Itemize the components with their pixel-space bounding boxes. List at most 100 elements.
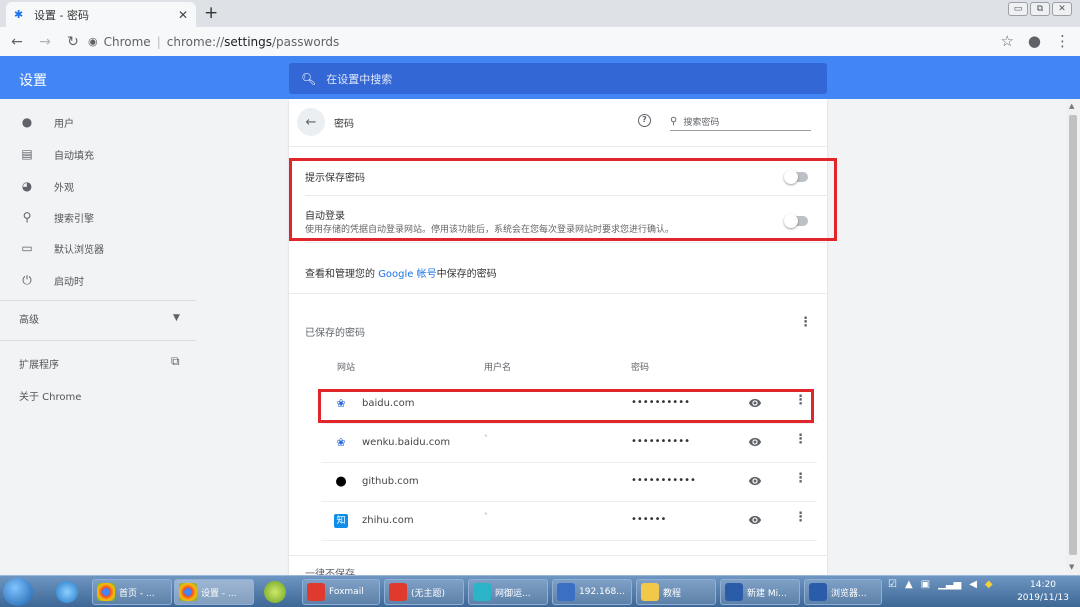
- manage-prefix: 查看和管理您的: [305, 269, 379, 280]
- back-button[interactable]: ←: [297, 108, 325, 136]
- ie-icon[interactable]: [56, 581, 78, 603]
- taskbar-item-foxmail[interactable]: Foxmail: [302, 579, 380, 605]
- divider: [289, 293, 827, 294]
- password-masked: ••••••••••: [631, 436, 690, 447]
- browser-icon: ▭: [21, 241, 33, 255]
- bookmark-star-icon[interactable]: ☆: [1000, 32, 1013, 50]
- tab-settings-passwords[interactable]: ✱ 设置 - 密码 ✕: [6, 2, 196, 27]
- search-icon: ⚲: [670, 116, 678, 127]
- help-icon[interactable]: ?: [638, 114, 651, 127]
- sidebar-item-label: 启动时: [54, 276, 84, 288]
- scrollbar-thumb[interactable]: [1069, 115, 1077, 555]
- bird-app-icon[interactable]: [264, 581, 286, 603]
- sidebar-item-default-browser[interactable]: ▭ 默认浏览器: [0, 232, 200, 264]
- more-vert-icon[interactable]: ⋮: [794, 511, 807, 525]
- eye-icon[interactable]: [748, 435, 762, 449]
- palette-icon: ◕: [21, 179, 33, 193]
- tray-device-icon[interactable]: ▣: [921, 579, 930, 590]
- restore-button[interactable]: ⧉: [1030, 2, 1050, 16]
- settings-sidebar: ● 用户 ▤ 自动填充 ◕ 外观 ⚲ 搜索引擎 ▭ 默认浏览器 ⏻ 启动时 高级…: [0, 99, 200, 575]
- sidebar-item-label: 搜索引擎: [54, 213, 94, 225]
- taskbar-item-chrome-home[interactable]: 首页 - ...: [92, 579, 172, 605]
- chevron-down-icon[interactable]: ▼: [173, 313, 180, 323]
- taskbar-item-word-browser[interactable]: 浏览器...: [804, 579, 882, 605]
- more-vert-icon[interactable]: ⋮: [794, 433, 807, 447]
- eye-icon[interactable]: [748, 474, 762, 488]
- eye-icon[interactable]: [748, 513, 762, 527]
- chrome-icon: [179, 583, 197, 601]
- profile-icon[interactable]: ●: [1028, 32, 1041, 50]
- url-bold: settings: [224, 34, 273, 49]
- manage-suffix: 中保存的密码: [436, 269, 497, 280]
- screen: ✱ 设置 - 密码 ✕ + ▭ ⧉ ✕ ← → ↻ ◉ Chrome | chr…: [0, 0, 1080, 607]
- password-row[interactable]: ❀ wenku.baidu.com ` •••••••••• ⋮: [321, 424, 817, 463]
- close-window-button[interactable]: ✕: [1052, 2, 1072, 16]
- sidebar-item-label: 自动填充: [54, 150, 94, 162]
- sidebar-item-extensions[interactable]: 扩展程序: [19, 356, 59, 371]
- sidebar-item-advanced[interactable]: 高级: [19, 311, 39, 326]
- username: `: [484, 435, 489, 445]
- github-icon: ●: [335, 474, 347, 489]
- task-label: 新建 Mi...: [747, 588, 787, 599]
- new-tab-button[interactable]: +: [204, 3, 218, 23]
- sidebar-item-search-engine[interactable]: ⚲ 搜索引擎: [0, 201, 200, 233]
- back-arrow-icon[interactable]: ←: [6, 34, 28, 50]
- sidebar-item-users[interactable]: ● 用户: [0, 106, 200, 138]
- taskbar-item-remote[interactable]: 192.168...: [552, 579, 632, 605]
- app-icon: [473, 583, 491, 601]
- tray-arrow-icon[interactable]: ▲: [905, 579, 913, 590]
- sidebar-item-label: 默认浏览器: [54, 244, 104, 256]
- word-icon: [809, 583, 827, 601]
- settings-header: 设置 🔍︎ 在设置中搜索: [0, 56, 1080, 99]
- taskbar-item-word-new[interactable]: 新建 Mi...: [720, 579, 800, 605]
- scroll-down-icon[interactable]: ▼: [1069, 563, 1074, 571]
- tray-app-icon[interactable]: ◆: [985, 579, 993, 590]
- site-label: Chrome: [103, 34, 151, 49]
- task-label: (无主题): [411, 588, 446, 599]
- forward-arrow-icon[interactable]: →: [34, 34, 56, 50]
- address-bar[interactable]: ◉ Chrome | chrome:// settings /passwords: [88, 31, 339, 52]
- scroll-up-icon[interactable]: ▲: [1069, 102, 1074, 110]
- divider: [305, 242, 827, 243]
- folder-icon: [641, 583, 659, 601]
- password-search-input[interactable]: ⚲ 搜索密码: [670, 113, 811, 131]
- reload-icon[interactable]: ↻: [62, 34, 84, 50]
- tab-strip: ✱ 设置 - 密码 ✕ + ▭ ⧉ ✕: [0, 0, 1080, 27]
- volume-icon[interactable]: ◀: [969, 579, 977, 590]
- foxmail-icon: [389, 583, 407, 601]
- clipboard-icon: ▤: [21, 147, 33, 161]
- chrome-logo-icon: ◉: [88, 35, 98, 48]
- open-in-new-icon[interactable]: ⧉: [171, 354, 180, 369]
- minimize-button[interactable]: ▭: [1008, 2, 1028, 16]
- power-icon: ⏻: [22, 272, 32, 287]
- menu-kebab-icon[interactable]: ⋮: [1055, 32, 1070, 50]
- password-row[interactable]: ● github.com ••••••••••• ⋮: [321, 463, 817, 502]
- taskbar-item-wangyu[interactable]: 网御运...: [468, 579, 548, 605]
- taskbar-clock[interactable]: 14:20 2019/11/13: [1010, 579, 1076, 605]
- page-scrollbar[interactable]: ▲ ▼: [1066, 99, 1080, 575]
- start-button[interactable]: [3, 578, 33, 606]
- settings-search-input[interactable]: 🔍︎ 在设置中搜索: [289, 63, 827, 94]
- taskbar-item-folder[interactable]: 教程: [636, 579, 716, 605]
- sidebar-item-about[interactable]: 关于 Chrome: [19, 388, 81, 403]
- saved-passwords-more-icon[interactable]: ⋮: [799, 315, 812, 330]
- site-name: wenku.baidu.com: [362, 437, 451, 448]
- google-account-link[interactable]: Google 帐号: [378, 269, 436, 280]
- taskbar-item-no-subject[interactable]: (无主题): [384, 579, 464, 605]
- network-icon[interactable]: ▁▃▅: [938, 579, 961, 590]
- divider: [289, 555, 827, 556]
- taskbar-item-chrome-settings[interactable]: 设置 - ...: [174, 579, 254, 605]
- sidebar-item-on-startup[interactable]: ⏻ 启动时: [0, 264, 200, 296]
- sidebar-item-appearance[interactable]: ◕ 外观: [0, 170, 200, 202]
- windows-taskbar: 首页 - ... 设置 - ... Foxmail (无主题) 网御运... 1…: [0, 575, 1080, 607]
- close-icon[interactable]: ✕: [178, 8, 188, 22]
- browser-toolbar: ← → ↻ ◉ Chrome | chrome:// settings /pas…: [0, 27, 1080, 56]
- more-vert-icon[interactable]: ⋮: [794, 472, 807, 486]
- column-header-username: 用户名: [484, 363, 512, 373]
- password-row[interactable]: 知 zhihu.com ` •••••• ⋮: [321, 502, 817, 541]
- tray-checkbox-icon[interactable]: ☑: [888, 579, 897, 590]
- window-controls: ▭ ⧉ ✕: [1008, 2, 1072, 16]
- sidebar-item-autofill[interactable]: ▤ 自动填充: [0, 138, 200, 170]
- gear-icon: ✱: [14, 7, 24, 21]
- task-label: 首页 - ...: [119, 588, 155, 599]
